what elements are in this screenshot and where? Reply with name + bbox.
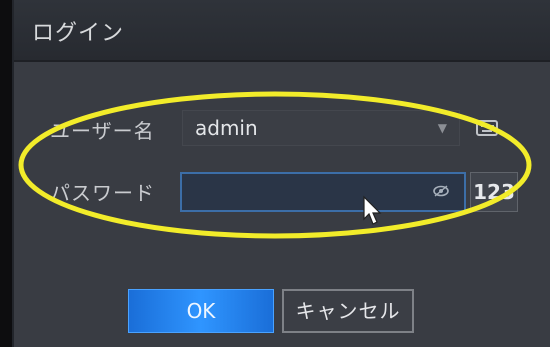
keyboard-icon[interactable] <box>472 114 502 142</box>
ok-button[interactable]: OK <box>128 289 274 333</box>
screen: ログイン ユーザー名 admin ▼ パスワード 123 OK キャンセル <box>0 0 550 347</box>
username-select[interactable]: admin ▼ <box>182 110 460 146</box>
chevron-down-icon[interactable]: ▼ <box>438 121 447 135</box>
mouse-cursor-icon <box>363 195 382 225</box>
username-label: ユーザー名 <box>50 119 155 143</box>
cancel-button[interactable]: キャンセル <box>282 289 414 333</box>
dialog-title: ログイン <box>32 21 125 46</box>
password-input[interactable] <box>180 172 466 212</box>
eye-icon[interactable] <box>432 184 450 198</box>
dialog-titlebar: ログイン <box>14 0 550 62</box>
password-label: パスワード <box>50 181 155 205</box>
username-value: admin <box>195 116 258 140</box>
numeric-keyboard-button[interactable]: 123 <box>470 172 518 212</box>
